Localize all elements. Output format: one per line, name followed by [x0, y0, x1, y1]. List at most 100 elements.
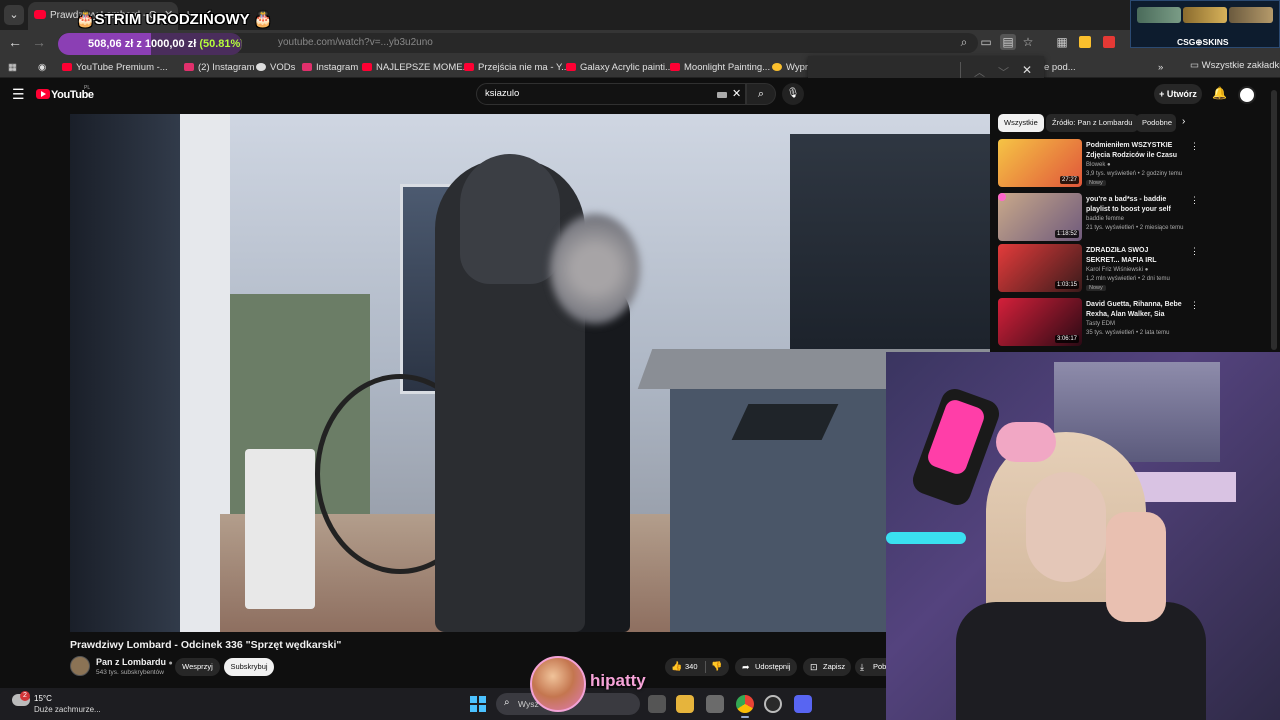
share-arrow-icon: ➦	[742, 662, 750, 672]
bookmark-item[interactable]: (2) Instagram	[184, 60, 255, 74]
extension-icon[interactable]: ▦	[1054, 34, 1070, 50]
share-button[interactable]: ➦ Udostępnij	[735, 658, 797, 676]
bookmark-item[interactable]: e pod...	[1044, 60, 1076, 74]
page-scrollbar[interactable]	[1271, 90, 1277, 350]
zoom-icon[interactable]: ⌕	[956, 34, 972, 50]
active-app-indicator	[741, 716, 749, 718]
discord-icon[interactable]	[794, 695, 812, 713]
youtube-header: ☰ YouTube PL ksiazulo ✕ ⌕ 🎙 + Utwórz 🔔	[0, 78, 1280, 112]
recommendation-thumbnail[interactable]: 27:27	[998, 139, 1082, 187]
recommendation-item[interactable]: 27:27 Podmieniłem WSZYSTKIE Zdjęcia Rodz…	[998, 139, 1270, 189]
all-bookmarks-label: Wszystkie zakładki	[1201, 60, 1280, 71]
bookmark-label: YouTube Premium -...	[76, 61, 168, 73]
save-label: Zapisz	[823, 662, 846, 671]
more-options-icon[interactable]: ⋮	[1190, 300, 1199, 311]
recommendation-title[interactable]: you're a bad*ss - baddie playlist to boo…	[1086, 195, 1182, 215]
bookmark-item[interactable]: Galaxy Acrylic painti...	[566, 60, 673, 74]
chrome-icon[interactable]	[736, 695, 754, 713]
more-options-icon[interactable]: ⋮	[1190, 246, 1199, 257]
subscribe-button[interactable]: Subskrybuj	[224, 658, 274, 676]
bookmark-label: Instagram	[316, 61, 359, 73]
recommendation-meta: 35 tys. wyświetleń • 2 lata temu	[1086, 330, 1170, 336]
bookmark-item[interactable]: VODs	[256, 60, 295, 74]
channel-name-text: Pan z Lombardu	[96, 657, 167, 667]
video-player[interactable]	[70, 114, 990, 632]
donation-goal-amount: 508,06 zł z 1000,00 zł	[88, 38, 197, 50]
voice-search-button[interactable]: 🎙	[782, 83, 804, 105]
account-avatar[interactable]	[1238, 86, 1256, 104]
windows-start-icon[interactable]	[470, 696, 486, 712]
hamburger-menu-icon[interactable]: ☰	[12, 86, 25, 103]
youtube-favicon-icon	[362, 63, 372, 71]
video-duration: 27:27	[1059, 176, 1079, 184]
notifications-bell-icon[interactable]: 🔔	[1212, 86, 1227, 100]
create-label: Utwórz	[1166, 89, 1197, 99]
thumbs-down-icon[interactable]: 👎	[711, 661, 722, 672]
cast-icon[interactable]: ▭	[978, 34, 994, 50]
support-button[interactable]: Wesprzyj	[175, 658, 220, 676]
video-frame-terminal	[731, 404, 839, 440]
rifle-skin-icon	[1183, 7, 1227, 23]
search-input[interactable]: ksiazulo ✕	[476, 83, 746, 105]
clear-search-icon[interactable]: ✕	[732, 87, 741, 100]
channel-name[interactable]: Pan z Lombardu ●	[96, 657, 173, 667]
forward-arrow-icon[interactable]: →	[32, 34, 46, 50]
task-view-icon[interactable]	[648, 695, 666, 713]
chip-all[interactable]: Wszystkie	[998, 114, 1044, 132]
plus-icon: +	[1159, 89, 1167, 99]
search-icon: ⌕	[504, 697, 510, 708]
app-icon[interactable]	[706, 695, 724, 713]
youtube-favicon-icon	[566, 63, 576, 71]
bookmark-star-icon[interactable]: ☆	[1020, 34, 1036, 50]
rifle-skin-icon	[1137, 7, 1181, 23]
bookmark-item[interactable]: YouTube Premium -...	[62, 60, 168, 74]
weather-description[interactable]: Duże zachmurze...	[34, 705, 101, 714]
bookmark-label: Moonlight Painting...	[684, 61, 771, 73]
channel-avatar[interactable]	[70, 656, 90, 676]
close-icon[interactable]: ✕	[1022, 63, 1032, 77]
steam-icon[interactable]	[764, 695, 782, 713]
recommendation-channel: Tasty EDM	[1086, 321, 1116, 327]
video-frame-radiator	[245, 449, 315, 609]
recommendation-thumbnail[interactable]: 1:18:52	[998, 193, 1082, 241]
bookmark-circle-icon[interactable]: ◉	[38, 60, 46, 74]
bookmarks-bar: ▦ ◉ YouTube Premium -... (2) Instagram V…	[0, 56, 1280, 78]
chip-source[interactable]: Źródło: Pan z Lombardu	[1046, 114, 1139, 132]
stream-title-overlay: 🎂STRIM URODZIŃOWY 🎂	[76, 11, 273, 28]
bookmark-item[interactable]: NAJLEPSZE MOME...	[362, 60, 471, 74]
back-arrow-icon[interactable]: ←	[8, 34, 22, 50]
recommendation-thumbnail[interactable]: 3:06:17	[998, 298, 1082, 346]
recommendation-channel-name: Blowek	[1086, 162, 1106, 168]
weather-temperature[interactable]: 15°C	[34, 694, 52, 703]
reader-mode-icon[interactable]: ▤	[1000, 34, 1016, 50]
apps-grid-icon[interactable]: ▦	[8, 60, 17, 74]
thumbs-up-icon[interactable]: 👍	[671, 661, 682, 672]
recommendation-title[interactable]: David Guetta, Rihanna, Bebe Rexha, Alan …	[1086, 300, 1182, 320]
recommendation-title[interactable]: ZDRADZIŁA SWÓJ SEKRET... MAFIA IRL SEZON…	[1086, 246, 1182, 266]
bookmark-label: e pod...	[1044, 61, 1076, 73]
recommendation-item[interactable]: 3:06:17 David Guetta, Rihanna, Bebe Rexh…	[998, 298, 1270, 348]
bookmark-item[interactable]: Instagram	[302, 60, 358, 74]
more-options-icon[interactable]: ⋮	[1190, 195, 1199, 206]
recommendation-item[interactable]: 1:03:15 ZDRADZIŁA SWÓJ SEKRET... MAFIA I…	[998, 244, 1270, 294]
bookmark-item[interactable]: Przejścia nie ma - Y...	[464, 60, 569, 74]
recommendation-title[interactable]: Podmieniłem WSZYSTKIE Zdjęcia Rodziców i…	[1086, 141, 1182, 161]
country-code: PL	[84, 85, 91, 91]
search-button[interactable]: ⌕	[746, 83, 776, 105]
recommendation-thumbnail[interactable]: 1:03:15	[998, 244, 1082, 292]
tab-search-button[interactable]: ⌄	[4, 5, 24, 25]
chevron-right-icon[interactable]: ›	[1182, 116, 1185, 127]
file-explorer-icon[interactable]	[676, 695, 694, 713]
extension-red-icon[interactable]	[1103, 36, 1115, 48]
save-button[interactable]: ⊡ Zapisz	[803, 658, 851, 676]
bookmark-item[interactable]: Moonlight Painting...	[670, 60, 770, 74]
all-bookmarks-button[interactable]: ▭ Wszystkie zakładki	[1190, 60, 1280, 71]
create-button[interactable]: + Utwórz	[1154, 84, 1202, 104]
chip-similar[interactable]: Podobne	[1136, 114, 1176, 132]
keyboard-icon[interactable]	[717, 92, 727, 98]
search-query: ksiazulo	[485, 88, 520, 99]
extension-yellow-icon[interactable]	[1079, 36, 1091, 48]
more-options-icon[interactable]: ⋮	[1190, 141, 1199, 152]
bookmarks-overflow-icon[interactable]: »	[1158, 60, 1163, 74]
recommendation-item[interactable]: 1:18:52 you're a bad*ss - baddie playlis…	[998, 193, 1270, 243]
